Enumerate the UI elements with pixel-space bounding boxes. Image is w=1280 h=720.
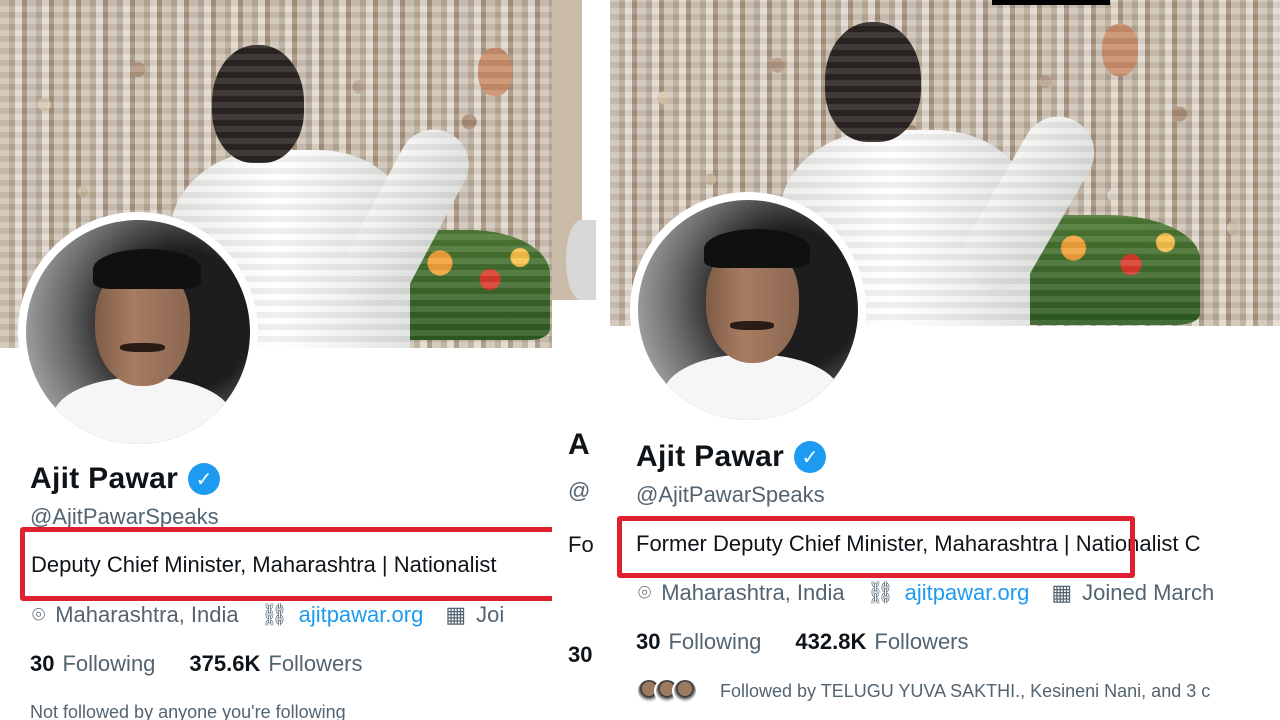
strip-follow-fragment: 30	[568, 642, 593, 667]
location-text: Maharashtra, India	[55, 602, 239, 627]
profile-meta-row: ⌾ Maharashtra, India ⛓ ajitpawar.org ▦ J…	[638, 580, 1214, 606]
right-profile-card: Ajit Pawar ✓ @AjitPawarSpeaks Former Dep…	[610, 0, 1280, 720]
middle-clipped-strip: A @ Fo 30	[552, 0, 610, 720]
bio-highlight-box	[617, 516, 1135, 578]
location-pin-icon: ⌾	[32, 602, 46, 627]
followers-stat[interactable]: 375.6K Followers	[189, 651, 362, 677]
following-label: Following	[62, 651, 156, 676]
profile-avatar[interactable]	[638, 200, 858, 420]
calendar-icon: ▦	[1051, 580, 1073, 605]
followed-by-avatars[interactable]	[636, 678, 698, 704]
left-profile-card: Ajit Pawar ✓ @AjitPawarSpeaks Deputy Chi…	[0, 0, 552, 720]
following-stat[interactable]: 30 Following	[30, 651, 155, 677]
verified-badge-icon: ✓	[188, 463, 221, 495]
profile-name-row: Ajit Pawar ✓	[30, 462, 221, 496]
followers-label: Followers	[874, 629, 969, 654]
follow-stats-row: 30 Following 375.6K Followers	[30, 651, 363, 677]
strip-handle-fragment: @	[568, 478, 591, 503]
verified-badge-icon: ✓	[794, 441, 827, 473]
location-pin-icon: ⌾	[638, 580, 652, 605]
website-link[interactable]: ajitpawar.org	[905, 580, 1030, 606]
joined-text: Joined March	[1082, 580, 1215, 605]
followers-stat[interactable]: 432.8K Followers	[795, 629, 968, 655]
banner-flowers	[970, 215, 1200, 325]
strip-name-fragment: A	[568, 428, 590, 461]
followers-label: Followers	[268, 651, 363, 676]
strip-avatar-fragment	[566, 220, 596, 300]
location-text: Maharashtra, India	[661, 580, 845, 605]
following-count: 30	[30, 651, 55, 676]
following-stat[interactable]: 30 Following	[636, 629, 761, 655]
profile-avatar[interactable]	[26, 220, 250, 444]
profile-handle[interactable]: @AjitPawarSpeaks	[636, 482, 825, 508]
link-icon: ⛓	[866, 580, 895, 605]
link-icon: ⛓	[260, 602, 289, 627]
follow-stats-row: 30 Following 432.8K Followers	[636, 629, 969, 655]
calendar-icon: ▦	[445, 602, 467, 627]
website-link[interactable]: ajitpawar.org	[299, 602, 424, 628]
strip-bio-fragment: Fo	[568, 532, 594, 557]
profile-name: Ajit Pawar	[30, 462, 179, 495]
following-label: Following	[668, 629, 762, 654]
followers-count: 375.6K	[189, 651, 261, 676]
following-count: 30	[636, 629, 661, 654]
followed-by-note[interactable]: Followed by TELUGU YUVA SAKTHI., Kesinen…	[720, 681, 1210, 702]
joined-text: Joi	[476, 602, 505, 627]
followers-count: 432.8K	[795, 629, 867, 654]
profile-name: Ajit Pawar	[636, 440, 785, 473]
banner-flowers	[350, 230, 550, 340]
bio-highlight-box	[20, 527, 552, 601]
profile-name-row: Ajit Pawar ✓	[636, 440, 827, 474]
top-black-bar	[992, 0, 1110, 5]
mini-avatar	[672, 678, 698, 704]
followed-by-note: Not followed by anyone you're following	[30, 702, 346, 720]
profile-meta-row: ⌾ Maharashtra, India ⛓ ajitpawar.org ▦ J…	[32, 602, 504, 628]
